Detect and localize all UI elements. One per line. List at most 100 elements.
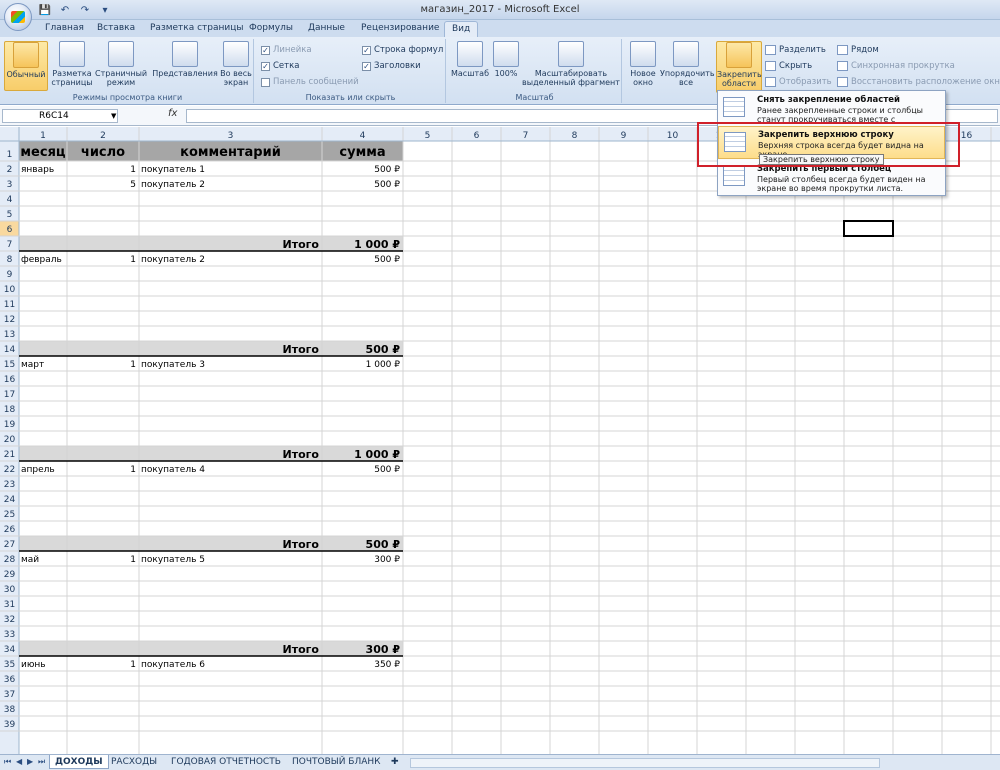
headings-checkbox[interactable]: ✓ Заголовки xyxy=(362,61,421,71)
row-header: 30 xyxy=(4,585,16,595)
chevron-down-icon[interactable]: ▼ xyxy=(111,110,116,122)
freeze-panes-label: Закрепить области xyxy=(717,70,762,88)
sheet-tab-income[interactable]: ДОХОДЫ xyxy=(49,755,109,769)
arrange-all-button[interactable]: Упорядочить все xyxy=(660,41,715,87)
zoom-100-button[interactable]: 100% xyxy=(492,41,520,78)
row-header: 37 xyxy=(4,690,15,700)
total-row-fill xyxy=(19,641,403,656)
reset-position-button[interactable]: Восстановить расположение окна xyxy=(837,77,1000,87)
custom-views-button[interactable]: Представления xyxy=(152,41,218,78)
page-break-button[interactable]: Страничный режим xyxy=(95,41,147,87)
tab-data[interactable]: Данные xyxy=(308,23,345,33)
new-sheet-icon[interactable]: ✚ xyxy=(386,755,404,769)
next-sheet-icon[interactable]: ▶ xyxy=(27,757,33,766)
unhide-button[interactable]: Отобразить xyxy=(765,77,832,87)
redo-icon[interactable]: ↷ xyxy=(78,4,92,17)
split-button[interactable]: Разделить xyxy=(765,45,826,55)
table-cell: февраль xyxy=(21,255,62,265)
total-row-fill xyxy=(19,236,403,251)
column-header: 2 xyxy=(100,131,106,141)
tab-view[interactable]: Вид xyxy=(444,21,479,38)
tab-insert[interactable]: Вставка xyxy=(97,23,135,33)
page-layout-button[interactable]: Разметка страницы xyxy=(50,41,94,87)
group-show-hide: ✓ Линейка ✓ Сетка Панель сообщений ✓ Строка… xyxy=(256,39,446,103)
table-cell: 500 ₽ xyxy=(374,165,400,175)
menu-item-freeze-first-column[interactable]: Закрепить первый столбец Первый столбец в… xyxy=(718,161,945,194)
sheet-tab-expenses[interactable]: РАСХОДЫ xyxy=(106,755,162,769)
tab-formulas[interactable]: Формулы xyxy=(249,23,293,33)
row-header: 31 xyxy=(4,600,15,610)
side-by-side-label: Рядом xyxy=(851,45,879,55)
hide-button[interactable]: Скрыть xyxy=(765,61,812,71)
sheet-tab-annual[interactable]: ГОДОВАЯ ОТЧЕТНОСТЬ xyxy=(166,755,286,769)
row-header: 13 xyxy=(4,330,15,340)
row-header: 33 xyxy=(4,630,15,640)
row-header: 4 xyxy=(7,195,13,205)
row-header: 15 xyxy=(4,360,15,370)
full-screen-button[interactable]: Во весь экран xyxy=(218,41,254,87)
undo-icon[interactable]: ↶ xyxy=(58,4,72,17)
title-bar: магазин_2017 - Microsoft Excel 💾 ↶ ↷ ▾ xyxy=(0,0,1000,20)
reset-position-icon xyxy=(837,77,848,87)
row-header: 2 xyxy=(7,165,13,175)
headings-label: Заголовки xyxy=(374,61,421,71)
column-header: 10 xyxy=(667,131,679,141)
tab-review[interactable]: Рецензирование xyxy=(361,23,439,33)
table-cell: 500 ₽ xyxy=(374,180,400,190)
new-window-icon xyxy=(630,41,656,67)
side-by-side-button[interactable]: Рядом xyxy=(837,45,879,55)
total-label: Итого xyxy=(283,343,320,356)
message-bar-checkbox[interactable]: Панель сообщений xyxy=(261,77,359,87)
checkbox-icon: ✓ xyxy=(261,45,270,55)
new-window-button[interactable]: Новое окно xyxy=(626,41,660,87)
row-header: 24 xyxy=(4,495,16,505)
ruler-checkbox[interactable]: ✓ Линейка xyxy=(261,45,312,55)
row-header: 32 xyxy=(4,615,15,625)
office-button[interactable] xyxy=(4,3,32,31)
formula-bar-checkbox[interactable]: ✓ Строка формул xyxy=(362,45,443,55)
table-cell: покупатель 2 xyxy=(141,180,205,190)
row-header: 18 xyxy=(4,405,16,415)
active-cell[interactable] xyxy=(843,220,894,237)
row-header: 5 xyxy=(7,210,13,220)
prev-sheet-icon[interactable]: ◀ xyxy=(16,757,22,766)
zoom-selection-icon xyxy=(558,41,584,67)
sync-scroll-button[interactable]: Синхронная прокрутка xyxy=(837,61,955,71)
save-icon[interactable]: 💾 xyxy=(38,4,52,17)
office-logo-icon xyxy=(11,11,25,23)
first-sheet-icon[interactable]: ⏮ xyxy=(4,757,11,767)
custom-views-icon xyxy=(172,41,198,67)
magnifier-icon xyxy=(457,41,483,67)
table-cell: 1 xyxy=(130,255,136,265)
table-cell: покупатель 2 xyxy=(141,255,205,265)
gridlines-label: Сетка xyxy=(273,61,300,71)
function-icon[interactable]: fx xyxy=(168,108,177,119)
page-layout-label: Разметка страницы xyxy=(51,69,93,87)
tab-page-layout[interactable]: Разметка страницы xyxy=(150,23,244,33)
row-header: 14 xyxy=(4,345,16,355)
name-box[interactable]: R6C14 ▼ xyxy=(2,109,118,123)
last-sheet-icon[interactable]: ⏭ xyxy=(38,757,45,767)
horizontal-scrollbar[interactable] xyxy=(410,758,880,768)
gridlines-checkbox[interactable]: ✓ Сетка xyxy=(261,61,299,71)
column-header: 3 xyxy=(228,131,234,141)
sheet-tab-postal[interactable]: ПОЧТОВЫЙ БЛАНК xyxy=(287,755,386,769)
split-icon xyxy=(765,45,776,55)
normal-view-button[interactable]: Обычный xyxy=(4,41,48,91)
dropdown-icon[interactable]: ▾ xyxy=(98,4,112,17)
table-cell: январь xyxy=(21,165,54,175)
freeze-panes-button[interactable]: Закрепить области xyxy=(716,41,762,93)
table-cell: 5 xyxy=(130,180,136,190)
menu-item-unfreeze[interactable]: Снять закрепление областей Ранее закрепле… xyxy=(718,92,945,133)
column-header: 9 xyxy=(621,131,627,141)
zoom-button[interactable]: Масштаб xyxy=(450,41,490,78)
tab-home[interactable]: Главная xyxy=(45,23,84,33)
zoom-100-icon xyxy=(493,41,519,67)
normal-view-icon xyxy=(13,42,39,68)
total-value: 500 ₽ xyxy=(366,538,401,551)
name-box-value: R6C14 xyxy=(39,111,69,121)
column-header: 8 xyxy=(572,131,578,141)
zoom-selection-button[interactable]: Масштабировать выделенный фрагмент xyxy=(522,41,620,87)
reset-position-label: Восстановить расположение окна xyxy=(851,77,1000,87)
row-header: 3 xyxy=(7,180,13,190)
